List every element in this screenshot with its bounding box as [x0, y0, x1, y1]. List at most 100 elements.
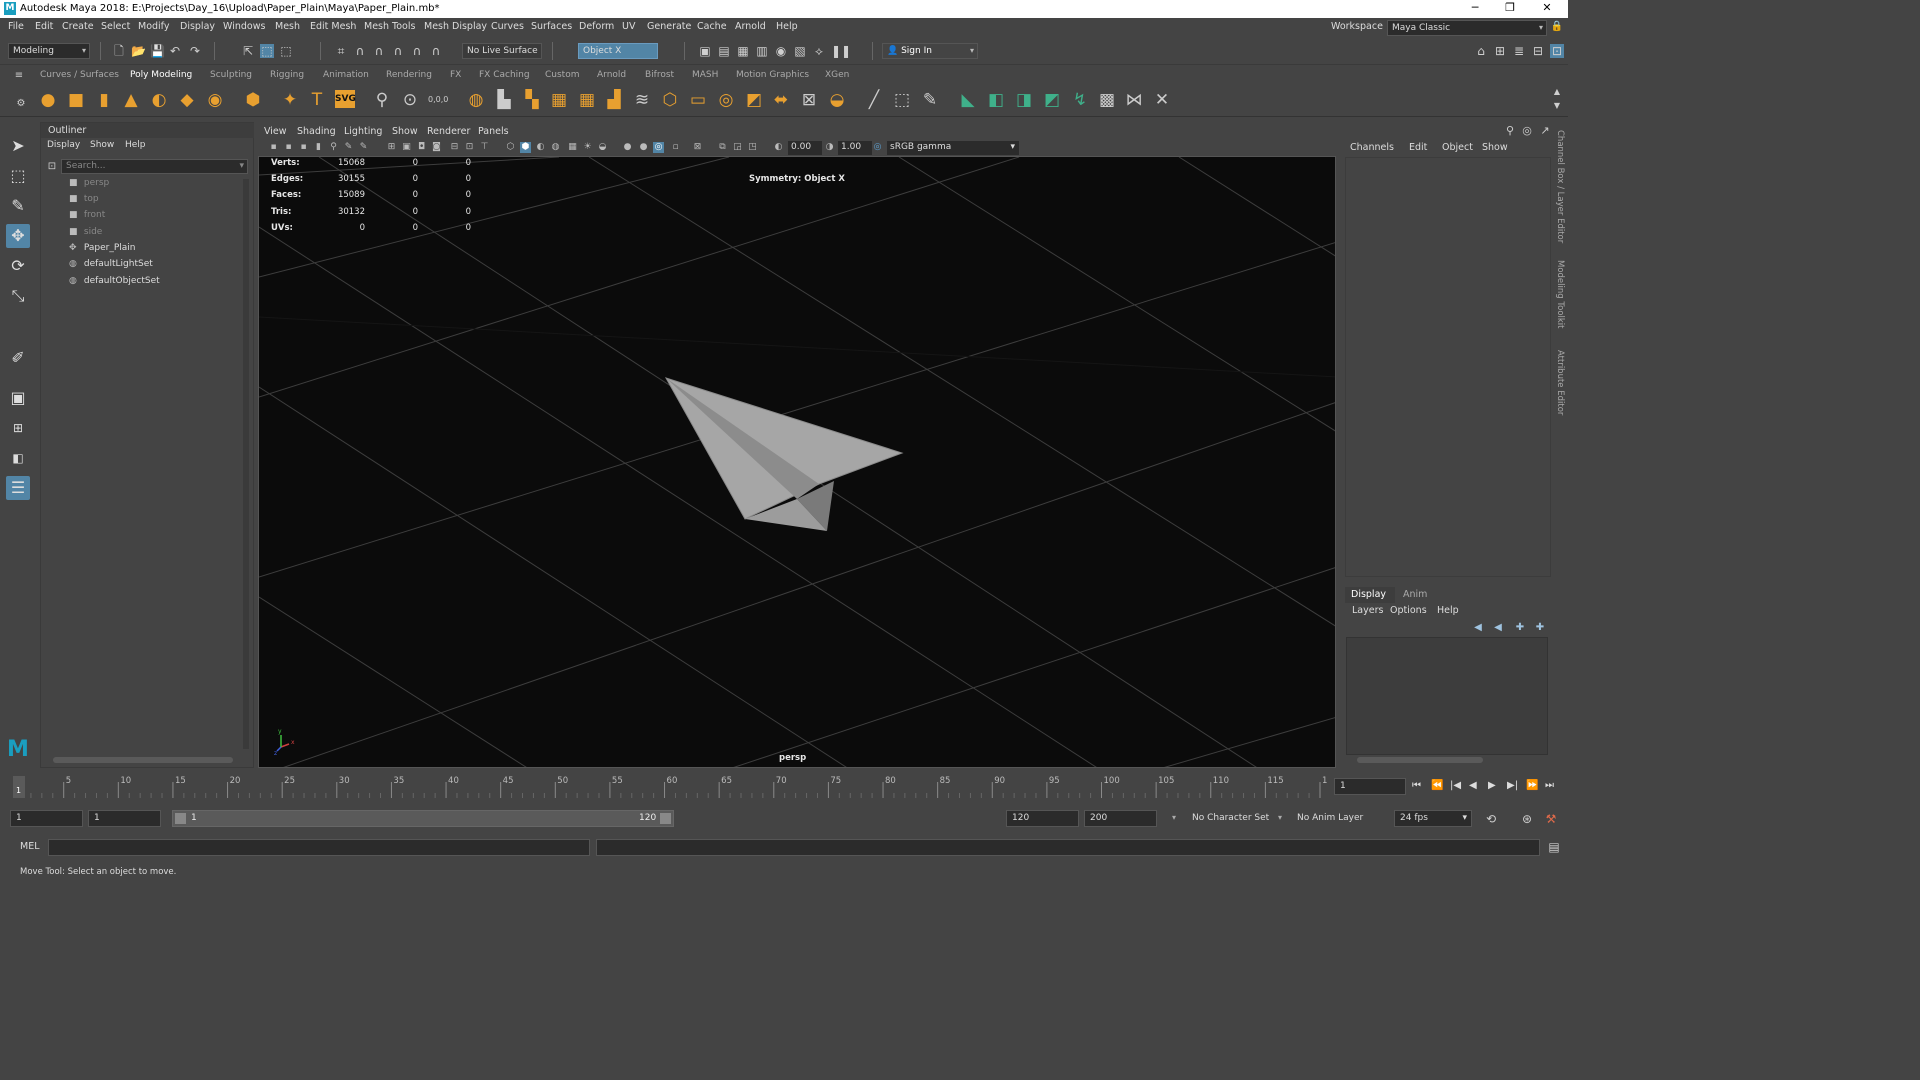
shelf-menu-icon[interactable]: ≡: [12, 69, 26, 83]
layer-menu-help[interactable]: Help: [1437, 605, 1459, 616]
shelf-tab-arnold[interactable]: Arnold: [597, 70, 626, 80]
range-slider[interactable]: 1 120: [172, 810, 674, 827]
menu-deform[interactable]: Deform: [579, 21, 614, 32]
extrude-icon[interactable]: ▟: [604, 90, 624, 110]
cut-uv-icon[interactable]: ◨: [1014, 90, 1034, 110]
go-to-end-button[interactable]: ⏭: [1545, 780, 1554, 791]
last-tool-icon[interactable]: ✐: [6, 346, 30, 370]
menu-modify[interactable]: Modify: [138, 21, 169, 32]
gate-mask-icon[interactable]: ◙: [431, 142, 442, 153]
fps-dropdown[interactable]: 24 fps ▾: [1394, 810, 1472, 827]
outliner-item-persp[interactable]: ■ persp: [69, 178, 109, 193]
shelf-tab-animation[interactable]: Animation: [323, 70, 369, 80]
boolean-icon[interactable]: ▦: [549, 90, 569, 110]
shelf-tab-mash[interactable]: MASH: [692, 70, 718, 80]
pencil-icon[interactable]: ✎: [358, 142, 369, 153]
lock-icon[interactable]: 🔒: [1550, 20, 1564, 34]
outliner-vertical-scrollbar[interactable]: [243, 179, 249, 749]
outliner-menu-show[interactable]: Show: [90, 140, 114, 150]
close-button[interactable]: ✕: [1532, 1, 1562, 14]
shelf-settings-icon[interactable]: ⚙: [14, 97, 28, 111]
channel-box-float-icon[interactable]: ↗: [1538, 124, 1552, 138]
open-scene-icon[interactable]: 📂: [131, 44, 146, 58]
shelf-tab-curves-surfaces[interactable]: Curves / Surfaces: [40, 70, 119, 80]
viewport-menu-panels[interactable]: Panels: [478, 126, 509, 137]
side-tab-modeling-toolkit[interactable]: Modeling Toolkit: [1555, 260, 1565, 329]
sculpt-icon[interactable]: ✎: [920, 90, 940, 110]
menu-file[interactable]: File: [8, 21, 24, 32]
menu-surfaces[interactable]: Surfaces: [531, 21, 572, 32]
move-layer-down-icon[interactable]: ◀: [1491, 621, 1505, 635]
snap-curve-icon[interactable]: ∩: [353, 44, 367, 58]
separate-icon[interactable]: ▙: [494, 90, 514, 110]
modeling-toolkit-icon[interactable]: ⌂: [1474, 44, 1488, 58]
layer-tab-anim[interactable]: Anim: [1403, 589, 1427, 600]
layer-editor-toggle-icon[interactable]: ⊡: [1550, 44, 1564, 58]
current-frame-field[interactable]: 1: [1334, 778, 1406, 795]
viewport-3d[interactable]: x y z Verts: 15068 0 0 Edges: 30155 0 0 …: [258, 156, 1336, 768]
outliner-horizontal-scrollbar[interactable]: [53, 757, 233, 763]
checker-icon[interactable]: ▩: [1097, 90, 1117, 110]
outliner-item-front[interactable]: ■ front: [69, 210, 105, 225]
menu-mesh-display[interactable]: Mesh Display: [424, 21, 487, 32]
menu-create[interactable]: Create: [62, 21, 94, 32]
gamma-icon[interactable]: ◑: [824, 142, 835, 153]
menu-cache[interactable]: Cache: [697, 21, 727, 32]
move-layer-up-icon[interactable]: ◀: [1471, 621, 1485, 635]
snap-surface-icon[interactable]: ∩: [410, 44, 424, 58]
hard-edge-icon[interactable]: ⬚: [892, 90, 912, 110]
paint-select-tool-icon[interactable]: ✎: [6, 194, 30, 218]
measure-tool-icon[interactable]: ⚲: [372, 90, 392, 110]
workspace-dropdown[interactable]: Maya Classic ▾: [1387, 20, 1547, 36]
four-view-layout-icon[interactable]: ⊞: [6, 416, 30, 440]
render-view-icon[interactable]: ▧: [793, 44, 807, 58]
animation-preferences-icon[interactable]: ⚒: [1544, 812, 1558, 826]
channel-box-pin-icon[interactable]: ⚲: [1503, 124, 1517, 138]
color-management-icon[interactable]: ◎: [872, 142, 883, 153]
snap-view-icon[interactable]: ∩: [391, 44, 405, 58]
outliner-menu-display[interactable]: Display: [47, 140, 80, 150]
time-slider[interactable]: 5 10 15 20 25 30 35 40 45 50 55 60 65 70 75 80 85 90 95 100…: [10, 774, 1328, 800]
outliner-item-default-object-set[interactable]: ◍ defaultObjectSet: [69, 276, 160, 291]
chevron-down-icon[interactable]: ▾: [1278, 813, 1282, 822]
channel-box-menu-object[interactable]: Object: [1442, 142, 1473, 153]
channel-box-menu-show[interactable]: Show: [1482, 142, 1508, 153]
scale-tool-icon[interactable]: ⤡: [6, 284, 30, 308]
shelf-scroll-down-icon[interactable]: ▼: [1550, 99, 1564, 113]
script-language-toggle[interactable]: MEL: [20, 841, 40, 852]
snap-grid-icon[interactable]: ⌗: [334, 44, 348, 58]
shelf-tab-poly-modeling[interactable]: Poly Modeling: [130, 70, 192, 80]
exposure-field[interactable]: 0.00: [788, 141, 822, 155]
rotate-tool-icon[interactable]: ⟳: [6, 254, 30, 278]
select-tool-icon[interactable]: ➤: [6, 134, 30, 158]
sign-in-button[interactable]: 👤 Sign In ▾: [882, 43, 978, 59]
chevron-down-icon[interactable]: ▾: [1172, 813, 1176, 822]
character-set-dropdown[interactable]: No Character Set: [1192, 813, 1269, 823]
screen-space-ao-icon[interactable]: ◒: [597, 142, 608, 153]
shelf-tab-fx[interactable]: FX: [450, 70, 461, 80]
play-backwards-button[interactable]: ◀: [1469, 780, 1477, 791]
snap-together-icon[interactable]: ∩: [429, 44, 443, 58]
wireframe-icon[interactable]: ⬡: [505, 142, 516, 153]
step-forward-frame-button[interactable]: ▶|: [1507, 780, 1518, 791]
outliner-search-input[interactable]: Search... ▾: [61, 159, 248, 174]
arnold-render-icon[interactable]: ⟡: [812, 44, 826, 58]
playback-start-field[interactable]: 1: [88, 810, 161, 827]
shelf-tab-fx-caching[interactable]: FX Caching: [479, 70, 530, 80]
bevel-icon[interactable]: ⬡: [660, 90, 680, 110]
poly-cylinder-icon[interactable]: ▮: [94, 90, 114, 110]
unfold-icon[interactable]: ◧: [986, 90, 1006, 110]
camera-attributes-icon[interactable]: ▪: [283, 142, 294, 153]
channel-box-menu-channels[interactable]: Channels: [1350, 142, 1394, 153]
motion-blur-icon[interactable]: ●: [622, 142, 633, 153]
script-editor-icon[interactable]: ▤: [1547, 840, 1561, 854]
select-camera-icon[interactable]: ▪: [268, 142, 279, 153]
grease-pencil-icon[interactable]: ✎: [343, 142, 354, 153]
grid-icon[interactable]: ⊞: [386, 142, 397, 153]
anti-aliasing-icon[interactable]: ●: [638, 142, 649, 153]
x-ray-joints-icon[interactable]: ⧉: [717, 142, 728, 153]
select-component-icon[interactable]: ⬚: [279, 44, 293, 58]
loop-icon[interactable]: ⟲: [1484, 812, 1498, 826]
outliner-item-top[interactable]: ■ top: [69, 194, 99, 209]
menu-mesh-tools[interactable]: Mesh Tools: [364, 21, 415, 32]
